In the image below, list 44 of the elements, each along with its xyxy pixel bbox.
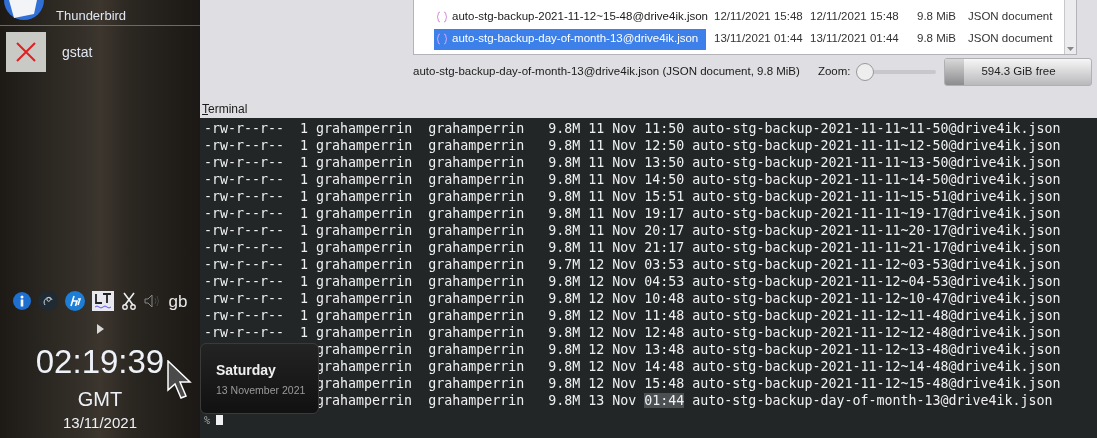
terminal-line: -rw-r--r-- 1 grahamperrin grahamperrin 9.8M 11 Nov 14:50 auto-stg-backup-2021-11-11~14-50@drive4ik.json [204, 171, 1061, 188]
keyboard-layout-indicator[interactable]: gb [168, 288, 188, 314]
terminal-line: -rw-r--r-- 1 grahamperrin grahamperrin 9.8M 11 Nov 13:50 auto-stg-backup-2021-11-11~13-50@drive4ik.json [204, 154, 1061, 171]
file-name: auto-stg-backup-2021-11-12~15-48@drive4ik.json [434, 6, 706, 28]
file-row[interactable]: auto-stg-backup-2021-11-12~15-48@drive4ik.json 12/11/2021 15:48 12/11/2021 15:48 9.8 MiB JSON document [414, 6, 1064, 28]
clock-timezone: GMT [77, 387, 123, 412]
prompt: % [204, 416, 211, 426]
terminal-line: -rw-r--r-- 1 grahamperrin grahamperrin 9.8M 11 Nov 19:17 auto-stg-backup-2021-11-11~19-17@drive4ik.json [204, 205, 1061, 222]
task-label: Thunderbird [56, 9, 127, 25]
terminal-line: -rw-r--r-- 1 grahamperrin grahamperrin 9.8M 11 Nov 21:17 auto-stg-backup-2021-11-11~21-17@drive4ik.json [204, 239, 1061, 256]
task-item[interactable]: Thunderbird [0, 0, 200, 26]
tooltip-date: 13 November 2021 [216, 382, 307, 397]
tooltip-title: Saturday [216, 360, 277, 379]
file-row[interactable]: auto-stg-backup-day-of-month-13@drive4ik.json 13/11/2021 01:44 13/11/2021 01:44 9.8 MiB JSON document [414, 28, 1064, 50]
terminal-line: -rw-r--r-- 1 grahamperrin grahamperrin 9.8M 12 Nov 10:48 auto-stg-backup-2021-11-12~10-47@drive4ik.json [204, 290, 1061, 307]
file-size: 9.8 MiB [916, 9, 956, 25]
terminal-line: grahamperrin grahamperrin 9.8M 12 Nov 15:48 auto-stg-backup-2021-11-12~15-48@drive4ik.json [316, 375, 1061, 392]
zoom-label: Zoom: [817, 64, 851, 80]
terminal-line: grahamperrin grahamperrin 9.8M 12 Nov 14:48 auto-stg-backup-2021-11-12~14-48@drive4ik.json [316, 358, 1061, 375]
terminal-line: -rw-r--r-- 1 grahamperrin grahamperrin 9.7M 12 Nov 03:53 auto-stg-backup-2021-11-12~03-53@drive4ik.json [204, 256, 1061, 273]
terminal-line: -rw-r--r-- 1 grahamperrin grahamperrin 9.8M 11 Nov 15:51 auto-stg-backup-2021-11-11~15-51@drive4ik.json [204, 188, 1061, 205]
task-item[interactable]: gstat [0, 26, 200, 74]
terminal-heading[interactable]: Terminal [202, 102, 248, 116]
terminal-line: -rw-r--r-- 1 grahamperrin grahamperrin 9.8M 11 Nov 12:50 auto-stg-backup-2021-11-11~12-50@drive4ik.json [204, 137, 1061, 154]
task-label: gstat [62, 42, 93, 62]
file-type: JSON document [968, 9, 1053, 25]
terminal-line: -rw-r--r-- 1 grahamperrin grahamperrin 9.8M 12 Nov 04:53 auto-stg-backup-2021-11-12~04-53@drive4ik.json [204, 273, 1061, 290]
terminal-line: grahamperrin grahamperrin 9.8M 12 Nov 13:48 auto-stg-backup-2021-11-12~13-48@drive4ik.json [316, 341, 1061, 358]
modified-date: 12/11/2021 15:48 [714, 9, 804, 25]
created-date: 12/11/2021 15:48 [810, 9, 900, 25]
terminal-line: -rw-r--r-- 1 grahamperrin grahamperrin 9.8M 12 Nov 11:48 auto-stg-backup-2021-11-12~11-48@drive4ik.json [204, 307, 1061, 324]
clock-time[interactable]: 02:19:39 [35, 340, 165, 384]
terminal-line: grahamperrin grahamperrin 9.8M 13 Nov 01:44 auto-stg-backup-day-of-month-13@drive4ik.json [316, 392, 1053, 409]
modified-date: 13/11/2021 01:44 [714, 31, 804, 47]
file-name: auto-stg-backup-day-of-month-13@drive4ik.json [434, 28, 706, 50]
terminal-line: -rw-r--r-- 1 grahamperrin grahamperrin 9.8M 12 Nov 12:48 auto-stg-backup-2021-11-12~12-48@drive4ik.json [204, 324, 1061, 341]
file-size: 9.8 MiB [916, 31, 956, 47]
status-text: auto-stg-backup-day-of-month-13@drive4ik.json (JSON document, 9.8 MiB) [413, 64, 800, 80]
terminal-line: -rw-r--r-- 1 grahamperrin grahamperrin 9.8M 11 Nov 11:50 auto-stg-backup-2021-11-11~11-50@drive4ik.json [204, 120, 1061, 137]
terminal-line: -rw-r--r-- 1 grahamperrin grahamperrin 9.8M 11 Nov 20:17 auto-stg-backup-2021-11-11~20-17@drive4ik.json [204, 222, 1061, 239]
free-space-bar: 594.3 GiB free [944, 58, 1093, 86]
created-date: 13/11/2021 01:44 [810, 31, 900, 47]
file-type: JSON document [968, 31, 1053, 47]
clock-date: 13/11/2021 [63, 413, 137, 433]
